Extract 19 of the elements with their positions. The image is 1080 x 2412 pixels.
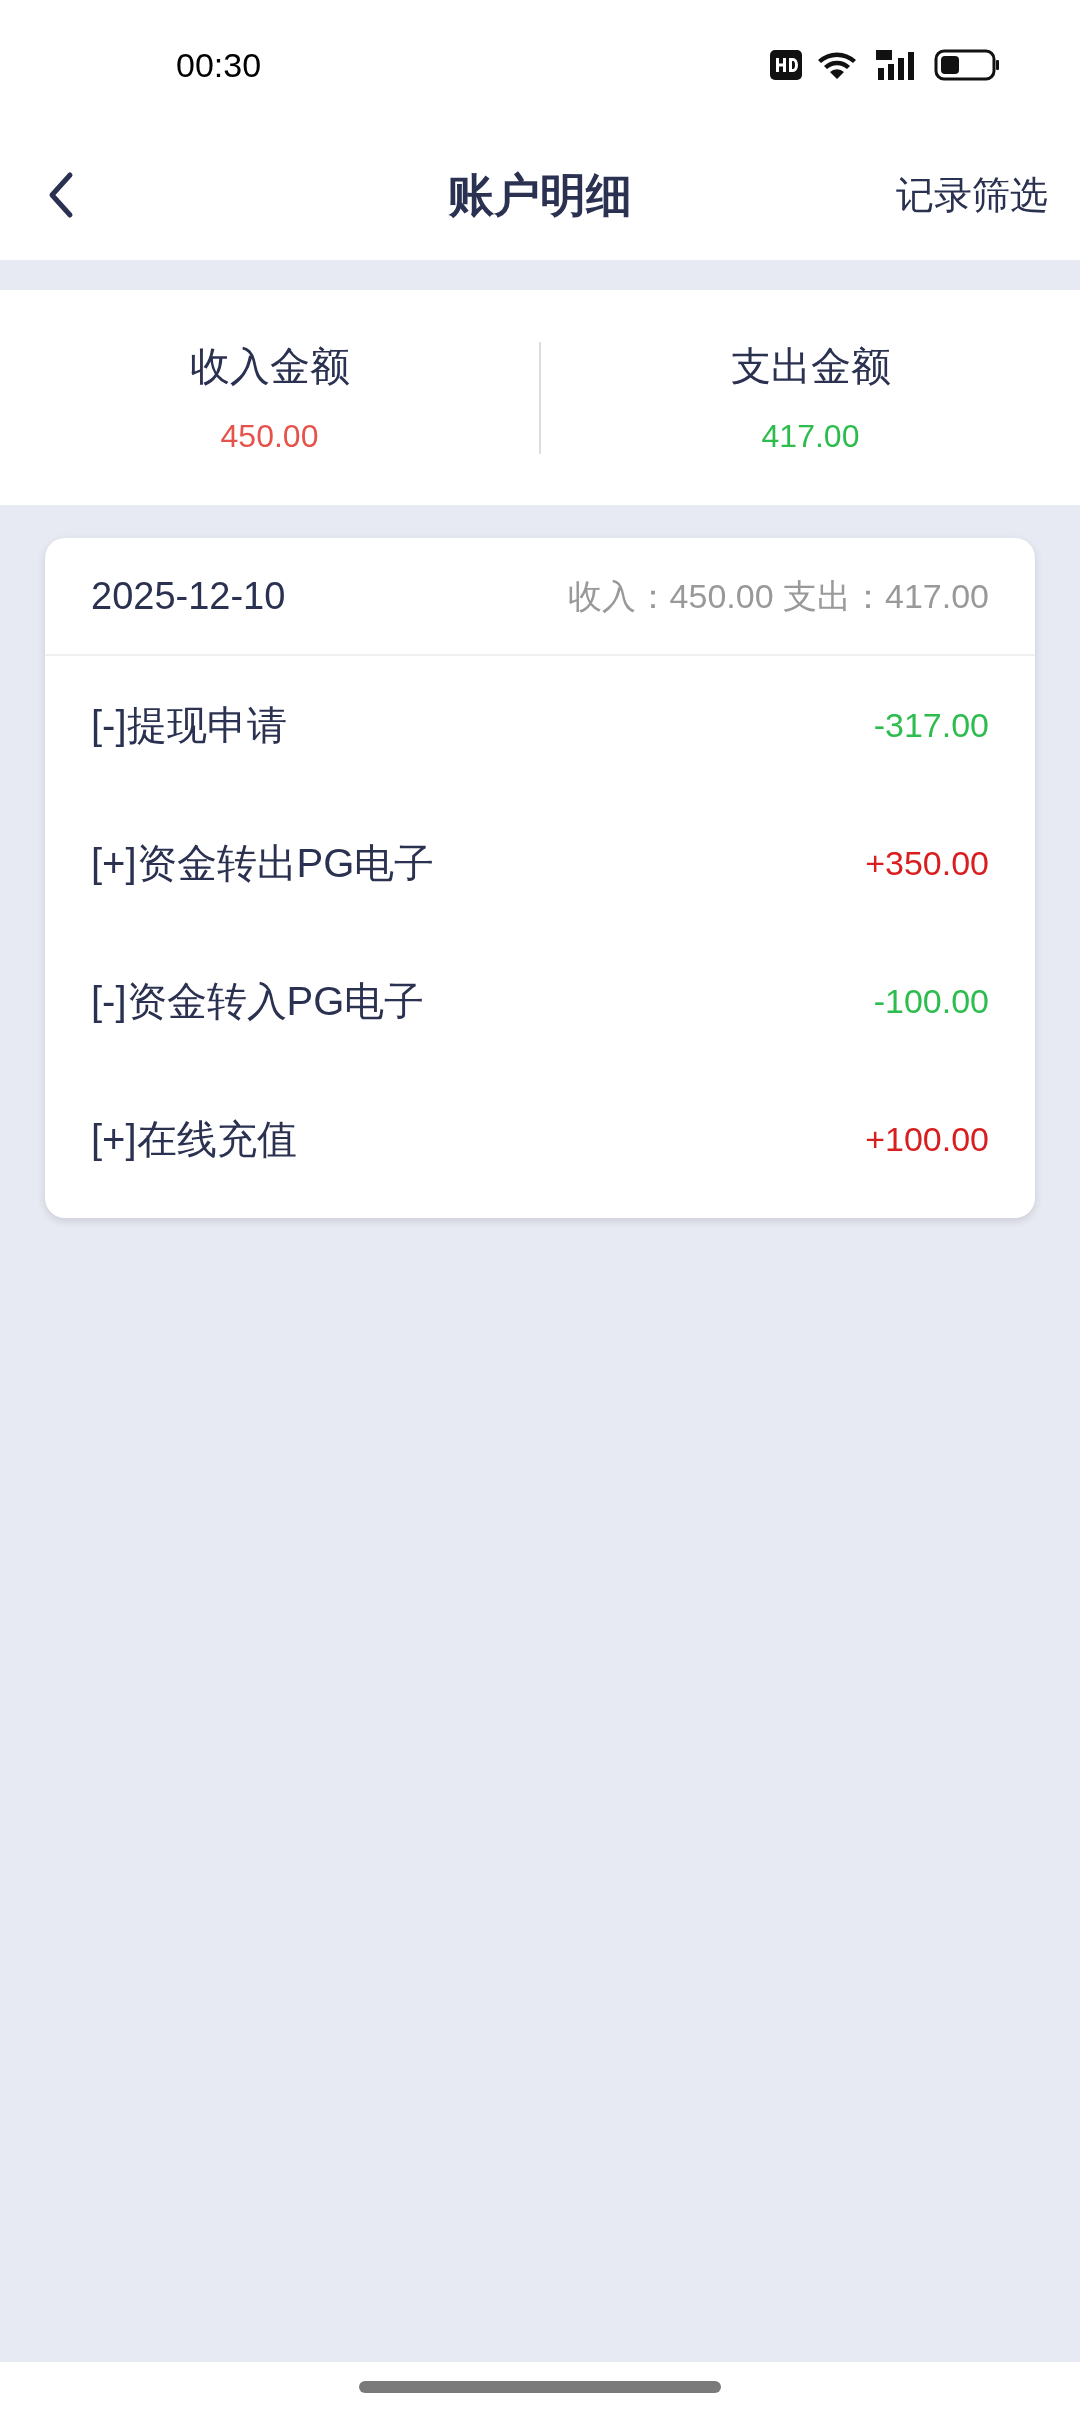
record-amount: +350.00 (865, 842, 989, 884)
day-date: 2025-12-10 (91, 573, 286, 619)
record-title: [+]资金转出PG电子 (91, 840, 435, 887)
day-totals: 收入：450.00 支出：417.00 (567, 575, 989, 617)
record-amount: -317.00 (873, 704, 989, 746)
summary-label: 支出金额 (730, 342, 891, 390)
status-time: 00:30 (176, 44, 262, 86)
record-title: [+]在线充值 (91, 1116, 297, 1163)
record-title: [-]资金转入PG电子 (91, 978, 425, 1025)
hd-icon (770, 50, 802, 80)
summary-amount: 417.00 (761, 416, 860, 456)
record-title: [-]提现申请 (91, 702, 287, 749)
record-amount: +100.00 (865, 1118, 989, 1160)
page-title: 账户明细 (448, 167, 632, 223)
battery-icon (934, 49, 1000, 81)
summary-amount: 450.00 (220, 416, 319, 456)
filter-button[interactable]: 记录筛选 (896, 166, 1048, 224)
summary-label: 收入金额 (189, 342, 350, 390)
record-amount: -100.00 (873, 980, 989, 1022)
